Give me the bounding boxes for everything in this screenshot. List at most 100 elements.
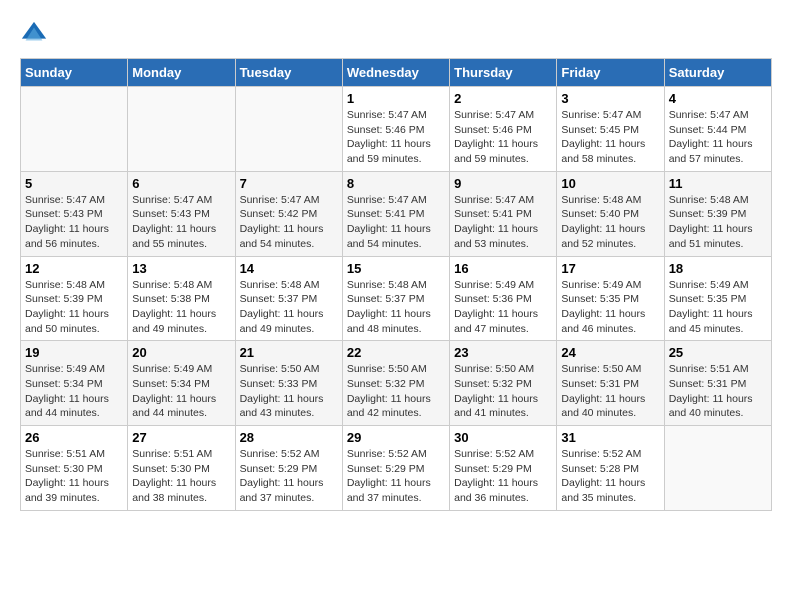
day-info: Sunrise: 5:47 AM Sunset: 5:46 PM Dayligh… (454, 108, 552, 167)
day-cell: 12 Sunrise: 5:48 AM Sunset: 5:39 PM Dayli… (21, 256, 128, 341)
day-cell: 28Sunrise: 5:52 AM Sunset: 5:29 PM Dayli… (235, 426, 342, 511)
day-number: 20 (132, 345, 230, 360)
day-cell: 5Sunrise: 5:47 AM Sunset: 5:43 PM Daylig… (21, 171, 128, 256)
day-number: 1 (347, 91, 445, 106)
day-info: Sunrise: 5:49 AM Sunset: 5:35 PM Dayligh… (561, 278, 659, 337)
day-info: Sunrise: 5:47 AM Sunset: 5:41 PM Dayligh… (347, 193, 445, 252)
week-row-0: 1 Sunrise: 5:47 AM Sunset: 5:46 PM Daylig… (21, 87, 772, 172)
day-number: 13 (132, 261, 230, 276)
calendar-header: SundayMondayTuesdayWednesdayThursdayFrid… (21, 59, 772, 87)
day-info: Sunrise: 5:47 AM Sunset: 5:43 PM Dayligh… (132, 193, 230, 252)
calendar-body: 1 Sunrise: 5:47 AM Sunset: 5:46 PM Daylig… (21, 87, 772, 511)
day-info: Sunrise: 5:50 AM Sunset: 5:33 PM Dayligh… (240, 362, 338, 421)
day-info: Sunrise: 5:52 AM Sunset: 5:28 PM Dayligh… (561, 447, 659, 506)
day-cell: 7 Sunrise: 5:47 AM Sunset: 5:42 PM Daylig… (235, 171, 342, 256)
day-cell: 6 Sunrise: 5:47 AM Sunset: 5:43 PM Daylig… (128, 171, 235, 256)
day-info: Sunrise: 5:51 AM Sunset: 5:30 PM Dayligh… (25, 447, 123, 506)
day-info: Sunrise: 5:48 AM Sunset: 5:37 PM Dayligh… (347, 278, 445, 337)
day-cell: 31 Sunrise: 5:52 AM Sunset: 5:28 PM Dayli… (557, 426, 664, 511)
day-number: 24 (561, 345, 659, 360)
day-cell: 3Sunrise: 5:47 AM Sunset: 5:45 PM Daylig… (557, 87, 664, 172)
day-number: 12 (25, 261, 123, 276)
day-info: Sunrise: 5:50 AM Sunset: 5:32 PM Dayligh… (454, 362, 552, 421)
day-cell: 15 Sunrise: 5:48 AM Sunset: 5:37 PM Dayli… (342, 256, 449, 341)
day-number: 15 (347, 261, 445, 276)
day-number: 26 (25, 430, 123, 445)
header-cell-sunday: Sunday (21, 59, 128, 87)
day-info: Sunrise: 5:47 AM Sunset: 5:43 PM Dayligh… (25, 193, 123, 252)
day-info: Sunrise: 5:49 AM Sunset: 5:34 PM Dayligh… (25, 362, 123, 421)
calendar-table: SundayMondayTuesdayWednesdayThursdayFrid… (20, 58, 772, 511)
week-row-3: 19 Sunrise: 5:49 AM Sunset: 5:34 PM Dayli… (21, 341, 772, 426)
day-number: 3 (561, 91, 659, 106)
day-info: Sunrise: 5:52 AM Sunset: 5:29 PM Dayligh… (454, 447, 552, 506)
day-number: 31 (561, 430, 659, 445)
day-cell: 25 Sunrise: 5:51 AM Sunset: 5:31 PM Dayli… (664, 341, 771, 426)
day-number: 6 (132, 176, 230, 191)
day-cell: 29 Sunrise: 5:52 AM Sunset: 5:29 PM Dayli… (342, 426, 449, 511)
day-info: Sunrise: 5:47 AM Sunset: 5:46 PM Dayligh… (347, 108, 445, 167)
day-cell: 10 Sunrise: 5:48 AM Sunset: 5:40 PM Dayli… (557, 171, 664, 256)
day-number: 25 (669, 345, 767, 360)
day-cell: 24 Sunrise: 5:50 AM Sunset: 5:31 PM Dayli… (557, 341, 664, 426)
day-info: Sunrise: 5:51 AM Sunset: 5:31 PM Dayligh… (669, 362, 767, 421)
day-info: Sunrise: 5:48 AM Sunset: 5:37 PM Dayligh… (240, 278, 338, 337)
day-info: Sunrise: 5:50 AM Sunset: 5:31 PM Dayligh… (561, 362, 659, 421)
day-cell: 17 Sunrise: 5:49 AM Sunset: 5:35 PM Dayli… (557, 256, 664, 341)
day-number: 9 (454, 176, 552, 191)
header-cell-thursday: Thursday (450, 59, 557, 87)
week-row-2: 12 Sunrise: 5:48 AM Sunset: 5:39 PM Dayli… (21, 256, 772, 341)
header-cell-tuesday: Tuesday (235, 59, 342, 87)
header-cell-monday: Monday (128, 59, 235, 87)
header-cell-saturday: Saturday (664, 59, 771, 87)
day-number: 18 (669, 261, 767, 276)
day-number: 27 (132, 430, 230, 445)
day-number: 4 (669, 91, 767, 106)
day-info: Sunrise: 5:47 AM Sunset: 5:42 PM Dayligh… (240, 193, 338, 252)
day-number: 2 (454, 91, 552, 106)
day-cell: 19 Sunrise: 5:49 AM Sunset: 5:34 PM Dayli… (21, 341, 128, 426)
day-number: 11 (669, 176, 767, 191)
day-number: 21 (240, 345, 338, 360)
day-info: Sunrise: 5:48 AM Sunset: 5:39 PM Dayligh… (669, 193, 767, 252)
day-number: 16 (454, 261, 552, 276)
day-info: Sunrise: 5:49 AM Sunset: 5:34 PM Dayligh… (132, 362, 230, 421)
day-info: Sunrise: 5:49 AM Sunset: 5:35 PM Dayligh… (669, 278, 767, 337)
day-cell (128, 87, 235, 172)
day-cell: 2 Sunrise: 5:47 AM Sunset: 5:46 PM Daylig… (450, 87, 557, 172)
header (20, 20, 772, 48)
day-cell: 11 Sunrise: 5:48 AM Sunset: 5:39 PM Dayli… (664, 171, 771, 256)
day-cell: 13 Sunrise: 5:48 AM Sunset: 5:38 PM Dayli… (128, 256, 235, 341)
day-cell: 18 Sunrise: 5:49 AM Sunset: 5:35 PM Dayli… (664, 256, 771, 341)
day-cell: 1 Sunrise: 5:47 AM Sunset: 5:46 PM Daylig… (342, 87, 449, 172)
day-cell: 21 Sunrise: 5:50 AM Sunset: 5:33 PM Dayli… (235, 341, 342, 426)
day-info: Sunrise: 5:48 AM Sunset: 5:40 PM Dayligh… (561, 193, 659, 252)
day-cell (21, 87, 128, 172)
day-info: Sunrise: 5:51 AM Sunset: 5:30 PM Dayligh… (132, 447, 230, 506)
day-number: 8 (347, 176, 445, 191)
day-info: Sunrise: 5:52 AM Sunset: 5:29 PM Dayligh… (240, 447, 338, 506)
header-cell-wednesday: Wednesday (342, 59, 449, 87)
day-cell: 20 Sunrise: 5:49 AM Sunset: 5:34 PM Dayli… (128, 341, 235, 426)
day-number: 17 (561, 261, 659, 276)
day-number: 7 (240, 176, 338, 191)
day-info: Sunrise: 5:52 AM Sunset: 5:29 PM Dayligh… (347, 447, 445, 506)
day-info: Sunrise: 5:50 AM Sunset: 5:32 PM Dayligh… (347, 362, 445, 421)
day-number: 29 (347, 430, 445, 445)
day-cell: 27 Sunrise: 5:51 AM Sunset: 5:30 PM Dayli… (128, 426, 235, 511)
day-number: 23 (454, 345, 552, 360)
week-row-4: 26 Sunrise: 5:51 AM Sunset: 5:30 PM Dayli… (21, 426, 772, 511)
day-cell: 8 Sunrise: 5:47 AM Sunset: 5:41 PM Daylig… (342, 171, 449, 256)
day-number: 19 (25, 345, 123, 360)
day-cell (664, 426, 771, 511)
day-info: Sunrise: 5:49 AM Sunset: 5:36 PM Dayligh… (454, 278, 552, 337)
day-cell: 9Sunrise: 5:47 AM Sunset: 5:41 PM Daylig… (450, 171, 557, 256)
day-number: 30 (454, 430, 552, 445)
day-cell: 23 Sunrise: 5:50 AM Sunset: 5:32 PM Dayli… (450, 341, 557, 426)
logo-icon (20, 20, 48, 48)
day-number: 10 (561, 176, 659, 191)
day-info: Sunrise: 5:48 AM Sunset: 5:39 PM Dayligh… (25, 278, 123, 337)
day-info: Sunrise: 5:48 AM Sunset: 5:38 PM Dayligh… (132, 278, 230, 337)
day-cell: 16 Sunrise: 5:49 AM Sunset: 5:36 PM Dayli… (450, 256, 557, 341)
week-row-1: 5Sunrise: 5:47 AM Sunset: 5:43 PM Daylig… (21, 171, 772, 256)
